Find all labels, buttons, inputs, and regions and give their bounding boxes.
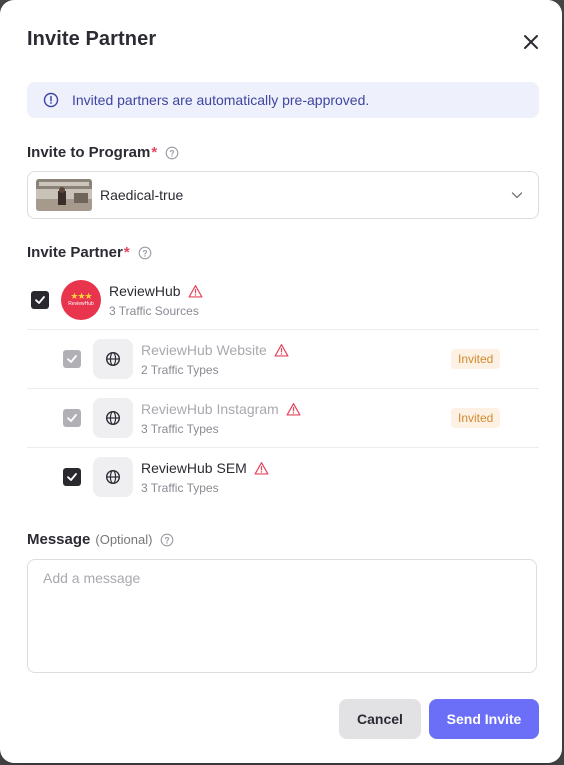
partner-row[interactable]: ★★★ ReviewHub ReviewHub 3 Traffic Source… (27, 270, 539, 330)
source-subtitle: 2 Traffic Types (141, 363, 219, 377)
check-icon (67, 414, 77, 422)
globe-icon (105, 469, 121, 485)
source-subtitle: 3 Traffic Types (141, 481, 219, 495)
help-circle-icon[interactable] (165, 146, 179, 160)
info-text: Invited partners are automatically pre-a… (72, 92, 370, 108)
modal-title: Invite Partner (27, 28, 157, 50)
invite-partner-modal: Invite Partner Invited partners are auto… (0, 0, 562, 763)
partner-avatar: ★★★ ReviewHub (61, 280, 101, 320)
chevron-down-icon (511, 192, 523, 199)
partner-subtitle: 3 Traffic Sources (109, 304, 199, 318)
check-icon (67, 473, 77, 481)
source-subtitle: 3 Traffic Types (141, 422, 219, 436)
program-label: Invite to Program * (27, 144, 179, 161)
message-textarea[interactable] (27, 559, 537, 673)
required-mark: * (151, 144, 158, 161)
required-mark: * (123, 244, 130, 261)
warning-triangle-icon[interactable] (188, 284, 203, 299)
partner-name-text: ReviewHub (109, 283, 181, 299)
globe-icon (105, 351, 121, 367)
info-icon (43, 92, 59, 108)
source-name: ReviewHub Instagram (141, 401, 301, 417)
send-invite-button[interactable]: Send Invite (429, 699, 539, 739)
message-label-text: Message (27, 531, 91, 548)
help-circle-icon[interactable] (160, 533, 174, 547)
optional-tag: (Optional) (95, 532, 153, 547)
globe-icon-box (93, 398, 133, 438)
program-label-text: Invite to Program (27, 144, 151, 161)
close-icon[interactable] (519, 30, 543, 54)
check-icon (67, 355, 77, 363)
source-name-text: ReviewHub SEM (141, 460, 247, 476)
avatar-stars: ★★★ (70, 291, 92, 301)
globe-icon-box (93, 339, 133, 379)
check-icon (35, 296, 45, 304)
partner-label-text: Invite Partner (27, 244, 123, 261)
warning-triangle-icon[interactable] (286, 402, 301, 417)
program-select[interactable]: Raedical-true (27, 171, 539, 219)
source-name-text: ReviewHub Website (141, 342, 267, 358)
warning-triangle-icon[interactable] (274, 343, 289, 358)
source-checkbox[interactable] (63, 468, 81, 486)
source-name: ReviewHub Website (141, 342, 289, 358)
program-thumbnail (36, 179, 92, 211)
cancel-button[interactable]: Cancel (339, 699, 421, 739)
traffic-source-row[interactable]: ReviewHub Instagram 3 Traffic Types Invi… (27, 389, 539, 448)
globe-icon-box (93, 457, 133, 497)
message-label: Message (Optional) (27, 531, 174, 548)
warning-triangle-icon[interactable] (254, 461, 269, 476)
source-checkbox[interactable] (63, 350, 81, 368)
avatar-text: ReviewHub (68, 301, 94, 307)
globe-icon (105, 410, 121, 426)
program-selected-value: Raedical-true (100, 187, 184, 203)
traffic-source-row[interactable]: ReviewHub SEM 3 Traffic Types (27, 448, 539, 506)
source-checkbox[interactable] (63, 409, 81, 427)
invited-badge: Invited (451, 408, 501, 428)
help-circle-icon[interactable] (138, 246, 152, 260)
info-banner: Invited partners are automatically pre-a… (27, 82, 539, 118)
invited-badge: Invited (451, 349, 501, 369)
partner-label: Invite Partner * (27, 244, 152, 261)
partner-checkbox[interactable] (31, 291, 49, 309)
partner-name: ReviewHub (109, 283, 203, 299)
source-name-text: ReviewHub Instagram (141, 401, 279, 417)
traffic-source-row[interactable]: ReviewHub Website 2 Traffic Types Invite… (27, 330, 539, 389)
source-name: ReviewHub SEM (141, 460, 269, 476)
